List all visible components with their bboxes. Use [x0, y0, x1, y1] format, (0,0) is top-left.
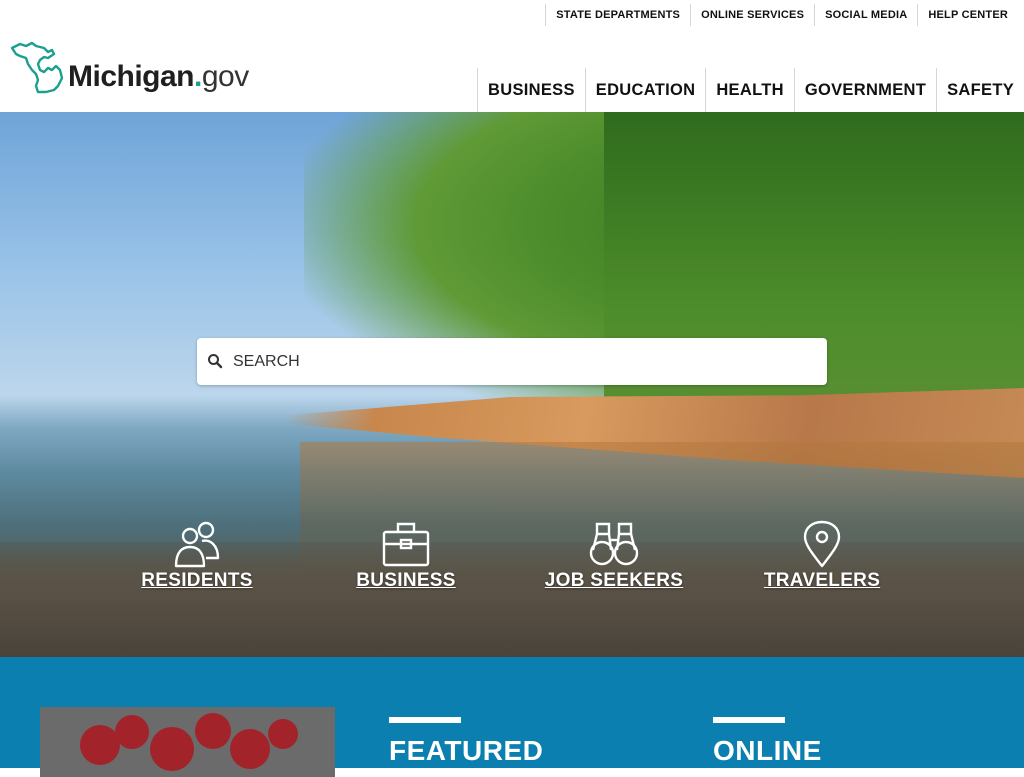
search-icon[interactable]: [207, 353, 223, 369]
hero-banner: RESIDENTS BUSINESS JOB SEEKERS: [0, 112, 1024, 657]
map-pin-icon: [803, 520, 841, 568]
featured-photo[interactable]: [40, 707, 335, 777]
virus-shape: [115, 715, 149, 749]
logo-wordmark: Michigan.gov: [68, 60, 249, 93]
content-band: FEATURED ONLINE: [0, 657, 1024, 777]
section-accent-bar: [713, 717, 785, 723]
virus-shape: [268, 719, 298, 749]
nav-education[interactable]: EDUCATION: [584, 68, 706, 112]
virus-shape: [80, 725, 120, 765]
online-section: ONLINE: [713, 717, 822, 767]
section-accent-bar: [389, 717, 461, 723]
virus-shape: [230, 729, 270, 769]
binoculars-icon: [589, 522, 639, 566]
michigan-gov-logo[interactable]: Michigan.gov: [10, 40, 270, 100]
main-nav: BUSINESS EDUCATION HEALTH GOVERNMENT SAF…: [477, 68, 1024, 112]
social-media-link[interactable]: SOCIAL MEDIA: [814, 4, 917, 26]
online-heading: ONLINE: [713, 735, 822, 766]
site-header: STATE DEPARTMENTS ONLINE SERVICES SOCIAL…: [0, 0, 1024, 112]
featured-heading: FEATURED: [389, 735, 544, 766]
help-center-link[interactable]: HELP CENTER: [917, 4, 1018, 26]
nav-safety[interactable]: SAFETY: [936, 68, 1024, 112]
site-search: [197, 338, 827, 385]
audience-travelers[interactable]: TRAVELERS: [722, 520, 922, 592]
audience-business[interactable]: BUSINESS: [306, 520, 506, 592]
briefcase-icon: [382, 522, 430, 567]
virus-shape: [195, 713, 231, 749]
virus-shape: [150, 727, 194, 771]
people-icon: [174, 521, 220, 568]
utility-nav: STATE DEPARTMENTS ONLINE SERVICES SOCIAL…: [545, 4, 1018, 26]
audience-job-seekers[interactable]: JOB SEEKERS: [514, 520, 714, 592]
audience-links: RESIDENTS BUSINESS JOB SEEKERS TRAVELERS: [0, 520, 1024, 600]
search-input[interactable]: [233, 338, 813, 385]
nav-government[interactable]: GOVERNMENT: [793, 68, 936, 112]
nav-business[interactable]: BUSINESS: [477, 68, 585, 112]
nav-health[interactable]: HEALTH: [705, 68, 794, 112]
audience-label: TRAVELERS: [763, 570, 881, 591]
audience-label: JOB SEEKERS: [544, 570, 684, 591]
state-departments-link[interactable]: STATE DEPARTMENTS: [545, 4, 690, 26]
audience-label: BUSINESS: [356, 570, 456, 591]
audience-label: RESIDENTS: [141, 570, 253, 591]
michigan-map-icon: [10, 41, 64, 94]
audience-residents[interactable]: RESIDENTS: [97, 520, 297, 592]
online-services-link[interactable]: ONLINE SERVICES: [690, 4, 814, 26]
featured-section: FEATURED: [389, 717, 543, 767]
